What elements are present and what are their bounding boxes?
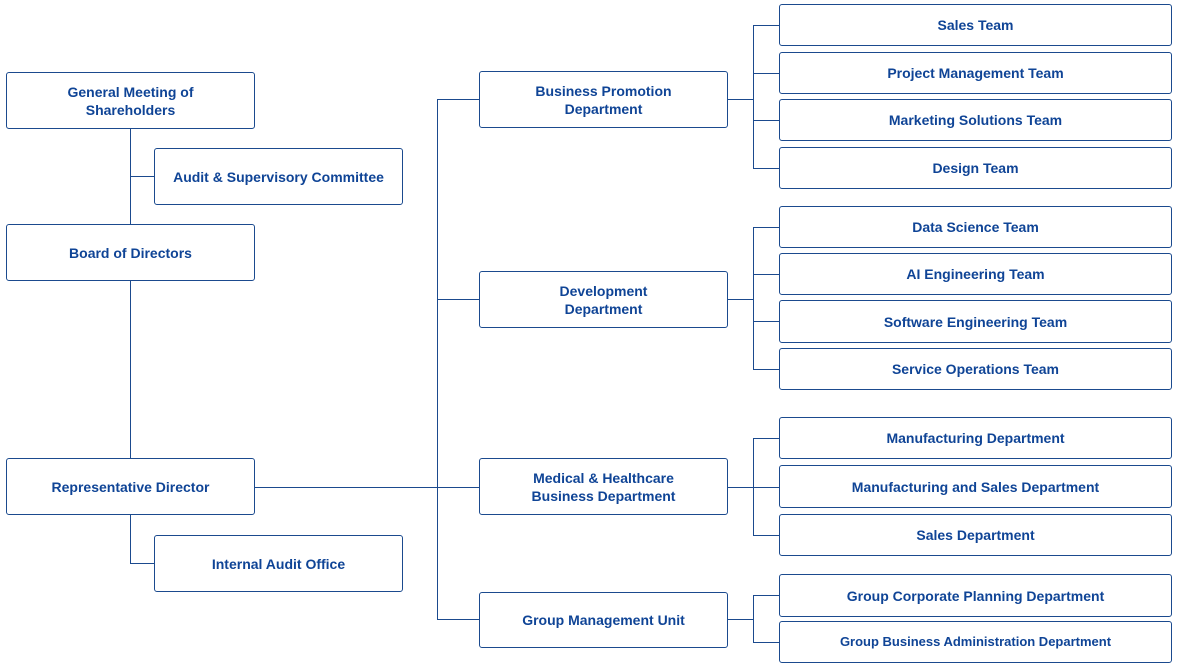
team-box: Marketing Solutions Team: [779, 99, 1172, 141]
connector-line: [753, 642, 779, 643]
connector-line: [753, 535, 779, 536]
connector-line: [130, 563, 154, 564]
connector-line: [130, 514, 131, 563]
team-box: Sales Team: [779, 4, 1172, 46]
department-box: Business Promotion Department: [479, 71, 728, 128]
connector-line: [727, 299, 753, 300]
connector-line: [753, 438, 779, 439]
connector-line: [437, 299, 479, 300]
connector-line: [753, 168, 779, 169]
department-box: Group Management Unit: [479, 592, 728, 648]
audit-committee-box: Audit & Supervisory Committee: [154, 148, 403, 205]
connector-line: [437, 99, 438, 620]
department-box: Development Department: [479, 271, 728, 328]
connector-line: [130, 176, 154, 177]
connector-line: [130, 280, 131, 458]
general-meeting-box: General Meeting of Shareholders: [6, 72, 255, 129]
team-box: Manufacturing and Sales Department: [779, 465, 1172, 508]
connector-line: [753, 595, 779, 596]
connector-line: [437, 619, 479, 620]
connector-line: [437, 99, 479, 100]
team-box: Group Business Administration Department: [779, 621, 1172, 663]
team-box: Design Team: [779, 147, 1172, 189]
connector-line: [753, 595, 754, 642]
connector-line: [753, 274, 779, 275]
board-of-directors-box: Board of Directors: [6, 224, 255, 281]
department-box: Medical & Healthcare Business Department: [479, 458, 728, 515]
connector-line: [753, 73, 779, 74]
team-box: AI Engineering Team: [779, 253, 1172, 295]
team-box: Project Management Team: [779, 52, 1172, 94]
connector-line: [753, 227, 754, 370]
connector-line: [753, 120, 779, 121]
connector-line: [753, 25, 779, 26]
team-box: Data Science Team: [779, 206, 1172, 248]
connector-line: [727, 487, 753, 488]
connector-line: [753, 227, 779, 228]
connector-line: [753, 487, 779, 488]
connector-line: [753, 321, 779, 322]
team-box: Manufacturing Department: [779, 417, 1172, 459]
connector-line: [727, 99, 753, 100]
connector-line: [753, 25, 754, 168]
team-box: Service Operations Team: [779, 348, 1172, 390]
connector-line: [254, 487, 479, 488]
team-box: Group Corporate Planning Department: [779, 574, 1172, 617]
team-box: Software Engineering Team: [779, 300, 1172, 343]
representative-director-box: Representative Director: [6, 458, 255, 515]
connector-line: [753, 369, 779, 370]
connector-line: [727, 619, 753, 620]
internal-audit-box: Internal Audit Office: [154, 535, 403, 592]
team-box: Sales Department: [779, 514, 1172, 556]
